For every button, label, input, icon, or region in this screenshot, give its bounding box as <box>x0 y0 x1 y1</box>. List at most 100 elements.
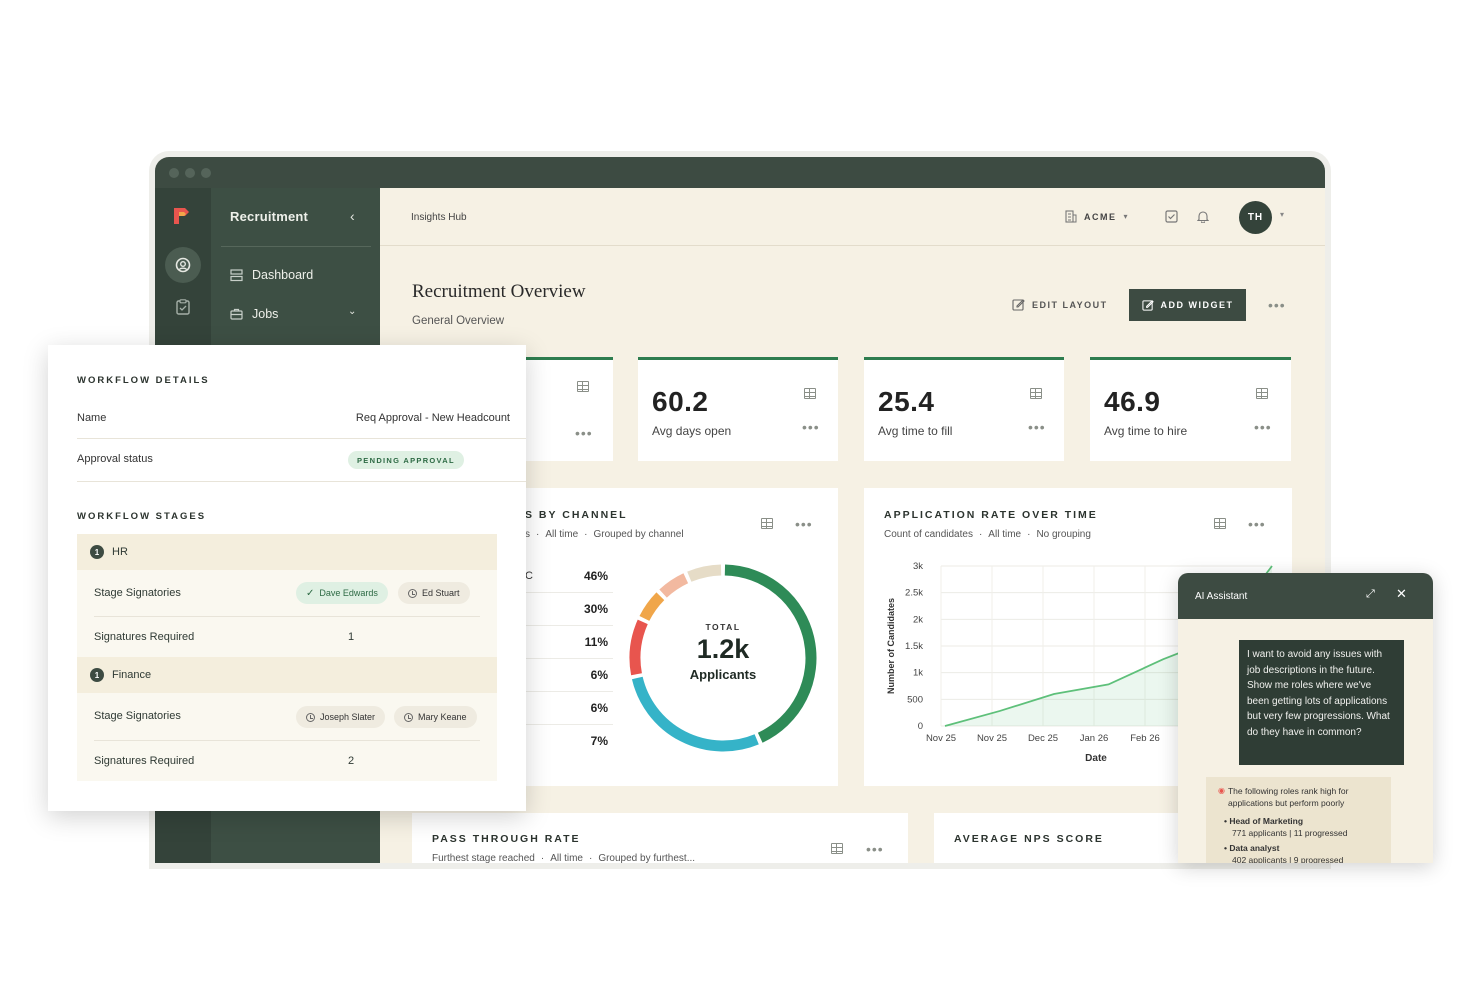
name-label: Name <box>77 412 107 424</box>
page-subtitle: General Overview <box>412 315 505 327</box>
breadcrumb[interactable]: Insights Hub <box>411 212 467 223</box>
more-options-icon[interactable]: ••• <box>866 842 884 856</box>
table-view-icon[interactable] <box>761 518 773 529</box>
sidebar-item-label: Dashboard <box>252 268 314 282</box>
card-title: PASS THROUGH RATE <box>432 833 581 845</box>
more-options-icon[interactable]: ••• <box>575 426 593 440</box>
more-options-icon[interactable]: ••• <box>1028 420 1046 434</box>
channel-percent: 30% <box>583 602 608 616</box>
donut-slice[interactable] <box>629 619 648 676</box>
reply-role: Head of Marketing <box>1229 816 1304 826</box>
stage-body-hr: Stage Signatories ✓ Dave Edwards Ed Stua… <box>77 570 497 657</box>
more-options-icon[interactable]: ••• <box>1254 420 1272 434</box>
subtitle-group: Grouped by furthest... <box>598 853 696 863</box>
edit-layout-label: EDIT LAYOUT <box>1032 299 1108 310</box>
stage-number: 1 <box>90 545 104 559</box>
add-widget-button[interactable]: ADD WIDGET <box>1129 289 1246 321</box>
y-tick-label: 3k <box>913 561 923 572</box>
x-tick-label: Dec 25 <box>1028 733 1058 744</box>
nav-divider <box>221 246 371 247</box>
kpi-value: 60.2 <box>652 386 709 417</box>
subtitle-reached: Furthest stage reached <box>432 853 535 863</box>
stage-body-finance: Stage Signatories Joseph Slater Mary Kea… <box>77 693 497 781</box>
kpi-value: 46.9 <box>1104 386 1161 417</box>
ai-assistant-panel: AI Assistant ⤢ ✕ I want to avoid any iss… <box>1178 573 1433 863</box>
table-view-icon[interactable] <box>831 843 843 854</box>
required-value: 1 <box>348 631 355 643</box>
edit-icon <box>1012 299 1025 311</box>
workflow-name-row: Name Req Approval - New Headcount <box>77 412 510 424</box>
chevron-down-icon: ⌄ <box>348 306 357 317</box>
expand-icon[interactable]: ⤢ <box>1366 588 1375 601</box>
kpi-label: Avg time to fill <box>878 424 953 438</box>
donut-slice[interactable] <box>639 592 665 622</box>
subtitle-time: All time <box>988 529 1022 540</box>
sidebar-item-jobs[interactable]: Jobs ⌄ <box>230 306 360 321</box>
dashboard-icon <box>230 268 243 281</box>
donut-slice[interactable] <box>687 564 722 582</box>
donut-slice[interactable] <box>631 676 759 752</box>
stage-header-finance[interactable]: 1 Finance <box>77 657 497 693</box>
close-icon[interactable]: ✕ <box>1396 586 1407 602</box>
status-label: Approval status <box>77 453 153 465</box>
avatar[interactable]: TH <box>1239 201 1272 234</box>
signatory-chip[interactable]: Ed Stuart <box>398 582 470 604</box>
channel-percent: 6% <box>590 701 608 715</box>
more-options-icon[interactable]: ••• <box>795 517 813 531</box>
card-subtitle: Furthest stage reached · All time · Groupe… <box>432 853 696 863</box>
bell-icon[interactable] <box>1197 210 1209 223</box>
rail-user-button[interactable] <box>165 247 201 283</box>
tasks-check-icon[interactable] <box>1165 210 1178 223</box>
more-options-icon[interactable]: ••• <box>1248 517 1266 531</box>
x-tick-label: Feb 26 <box>1130 733 1160 744</box>
subtitle-group: No grouping <box>1036 529 1091 540</box>
stage-header-hr[interactable]: 1 HR <box>77 534 497 570</box>
collapse-chevron-icon[interactable]: ‹ <box>350 208 355 224</box>
signatory-chip[interactable]: ✓ Dave Edwards <box>296 582 388 604</box>
org-name: ACME <box>1084 211 1117 222</box>
pass-through-rate-card: PASS THROUGH RATE Furthest stage reached… <box>412 813 908 863</box>
status-badge: PENDING APPROVAL <box>348 451 464 469</box>
table-view-icon[interactable] <box>804 388 816 399</box>
divider <box>525 724 613 725</box>
more-options-icon[interactable]: ••• <box>802 420 820 434</box>
table-view-icon[interactable] <box>1256 388 1268 399</box>
divider <box>94 616 480 617</box>
avatar-caret-icon[interactable]: ▾ <box>1280 210 1284 219</box>
window-close-dot[interactable] <box>169 168 179 178</box>
applicants-by-channel-card: S BY CHANNEL s · All time · Grouped by cha… <box>525 488 838 786</box>
window-maximize-dot[interactable] <box>201 168 211 178</box>
clipboard-icon[interactable] <box>176 299 190 315</box>
target-icon: ◉ <box>1218 786 1225 795</box>
signatory-chip[interactable]: Mary Keane <box>394 706 477 728</box>
signatory-name: Dave Edwards <box>319 588 378 598</box>
window-minimize-dot[interactable] <box>185 168 195 178</box>
edit-layout-button[interactable]: EDIT LAYOUT <box>1012 298 1108 311</box>
page-more-icon[interactable]: ••• <box>1268 298 1286 312</box>
donut-slice[interactable] <box>659 573 689 598</box>
signatory-chip[interactable]: Joseph Slater <box>296 706 386 728</box>
table-view-icon[interactable] <box>1030 388 1042 399</box>
signatory-name: Mary Keane <box>418 712 467 722</box>
channel-percent: 6% <box>590 668 608 682</box>
caret-down-icon: ▾ <box>1123 212 1128 221</box>
kpi-card-time-to-hire: 46.9 Avg time to hire ••• <box>1090 357 1291 461</box>
ai-title: AI Assistant <box>1195 590 1248 602</box>
y-tick-label: 0 <box>918 721 923 732</box>
table-view-icon[interactable] <box>1214 518 1226 529</box>
divider <box>525 592 613 593</box>
table-view-icon[interactable] <box>577 381 589 392</box>
reply-item: • Head of Marketing 771 applicants | 11 … <box>1218 815 1379 839</box>
subtitle-count: Count of candidates <box>884 529 973 540</box>
sidebar-item-dashboard[interactable]: Dashboard <box>230 268 313 282</box>
window-titlebar <box>155 157 1325 188</box>
clock-icon <box>408 588 417 598</box>
signatory-name: Joseph Slater <box>320 712 376 722</box>
y-tick-label: 1k <box>913 668 923 679</box>
required-value: 2 <box>348 755 355 767</box>
workflow-stages-title: WORKFLOW STAGES <box>77 511 207 522</box>
y-tick-label: 500 <box>907 694 923 705</box>
stage-number: 1 <box>90 668 104 682</box>
org-switcher[interactable]: ACME ▾ <box>1065 210 1128 223</box>
donut-center: TOTAL 1.2k Applicants <box>673 622 773 682</box>
